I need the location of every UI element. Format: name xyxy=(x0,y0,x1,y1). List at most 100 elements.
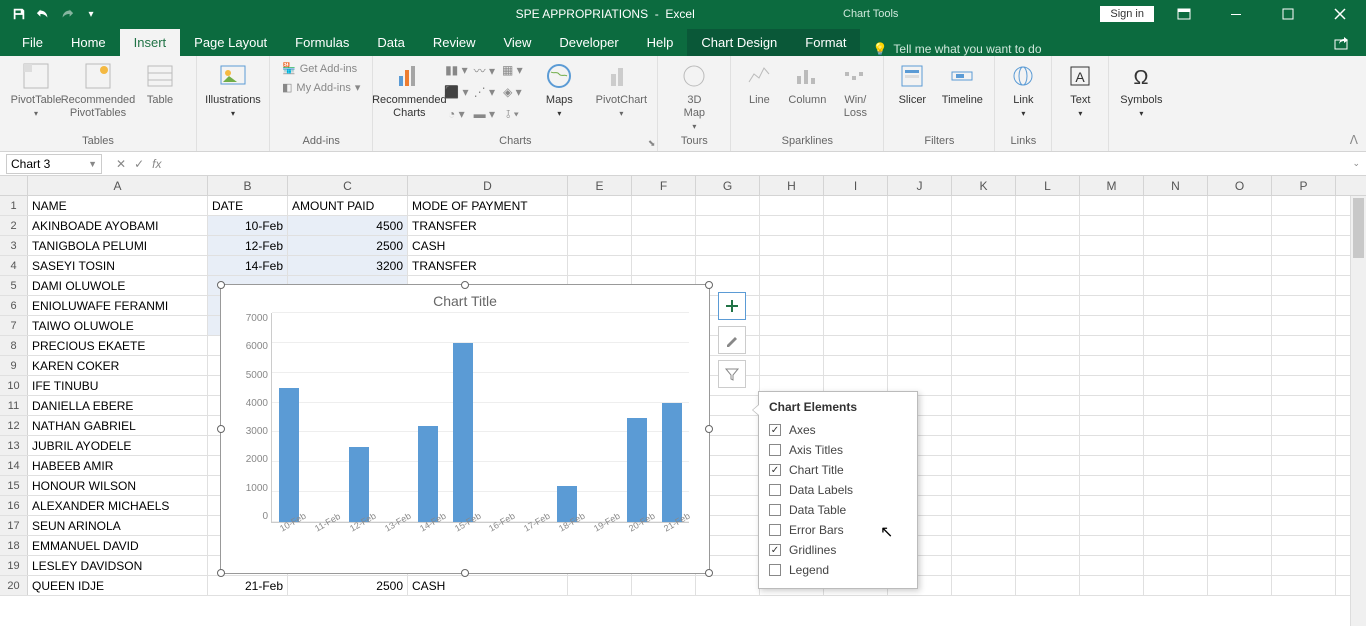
cell[interactable] xyxy=(952,356,1016,375)
cell[interactable] xyxy=(1208,536,1272,555)
cell[interactable] xyxy=(1080,476,1144,495)
cell[interactable] xyxy=(1080,556,1144,575)
cell[interactable] xyxy=(1272,356,1336,375)
cell[interactable] xyxy=(1272,496,1336,515)
cell[interactable] xyxy=(888,296,952,315)
cell[interactable]: KAREN COKER xyxy=(28,356,208,375)
waterfall-chart-icon[interactable]: ⬛ ▾ xyxy=(443,82,469,102)
cell[interactable]: EMMANUEL DAVID xyxy=(28,536,208,555)
charts-launcher-icon[interactable]: ⬊ xyxy=(648,138,656,149)
cell[interactable] xyxy=(1208,216,1272,235)
3d-map-button[interactable]: 3D Map▾ xyxy=(666,60,722,132)
share-icon[interactable] xyxy=(1330,32,1354,56)
cell[interactable] xyxy=(1144,556,1208,575)
row-header[interactable]: 6 xyxy=(0,296,28,315)
cell[interactable] xyxy=(1272,556,1336,575)
cell[interactable] xyxy=(1016,236,1080,255)
chart-filters-button[interactable] xyxy=(718,360,746,388)
maximize-icon[interactable] xyxy=(1266,0,1310,28)
sparkline-line-button[interactable]: Line xyxy=(739,60,779,107)
cell[interactable] xyxy=(632,216,696,235)
cell[interactable] xyxy=(1016,416,1080,435)
cell[interactable] xyxy=(1016,496,1080,515)
cell[interactable] xyxy=(824,196,888,215)
tell-me-search[interactable]: 💡 Tell me what you want to do xyxy=(860,42,1053,56)
cell[interactable] xyxy=(952,196,1016,215)
cell[interactable] xyxy=(1016,376,1080,395)
enter-formula-icon[interactable]: ✓ xyxy=(134,157,144,171)
tab-view[interactable]: View xyxy=(489,29,545,56)
cell[interactable]: 12-Feb xyxy=(208,236,288,255)
column-header[interactable]: B xyxy=(208,176,288,195)
cell[interactable] xyxy=(1016,556,1080,575)
fx-icon[interactable]: fx xyxy=(152,157,161,171)
column-header[interactable]: P xyxy=(1272,176,1336,195)
tab-home[interactable]: Home xyxy=(57,29,120,56)
row-header[interactable]: 20 xyxy=(0,576,28,595)
cell[interactable] xyxy=(1080,236,1144,255)
cell[interactable] xyxy=(632,196,696,215)
cell[interactable] xyxy=(1208,436,1272,455)
cell[interactable] xyxy=(824,236,888,255)
cell[interactable] xyxy=(1208,296,1272,315)
tab-data[interactable]: Data xyxy=(363,29,418,56)
column-header[interactable]: L xyxy=(1016,176,1080,195)
cell[interactable] xyxy=(952,256,1016,275)
select-all-corner[interactable] xyxy=(0,176,28,195)
cell[interactable] xyxy=(1144,236,1208,255)
cell[interactable]: JUBRIL AYODELE xyxy=(28,436,208,455)
cell[interactable] xyxy=(696,256,760,275)
cancel-formula-icon[interactable]: ✕ xyxy=(116,157,126,171)
cell[interactable] xyxy=(1144,336,1208,355)
chart-element-option[interactable]: Axis Titles xyxy=(769,440,907,460)
cell[interactable] xyxy=(1272,256,1336,275)
tab-page-layout[interactable]: Page Layout xyxy=(180,29,281,56)
chart-element-option[interactable]: Data Labels xyxy=(769,480,907,500)
bar[interactable] xyxy=(279,388,299,522)
cell[interactable] xyxy=(888,316,952,335)
cell[interactable] xyxy=(1080,196,1144,215)
cell[interactable] xyxy=(1272,396,1336,415)
row-header[interactable]: 3 xyxy=(0,236,28,255)
cell[interactable] xyxy=(1208,276,1272,295)
cell[interactable] xyxy=(1080,436,1144,455)
chart-element-option[interactable]: Error Bars xyxy=(769,520,907,540)
cell[interactable] xyxy=(1144,296,1208,315)
column-header[interactable]: E xyxy=(568,176,632,195)
cell[interactable] xyxy=(952,276,1016,295)
cell[interactable] xyxy=(888,276,952,295)
cell[interactable] xyxy=(1144,516,1208,535)
column-header[interactable]: J xyxy=(888,176,952,195)
tab-file[interactable]: File xyxy=(8,29,57,56)
cell[interactable] xyxy=(1272,196,1336,215)
cell[interactable] xyxy=(952,296,1016,315)
text-button[interactable]: AText▾ xyxy=(1060,60,1100,119)
cell[interactable] xyxy=(952,376,1016,395)
cell[interactable] xyxy=(952,436,1016,455)
cell[interactable]: 3200 xyxy=(288,256,408,275)
vertical-scrollbar[interactable] xyxy=(1350,196,1366,626)
cell[interactable] xyxy=(1144,216,1208,235)
tab-help[interactable]: Help xyxy=(633,29,688,56)
redo-icon[interactable] xyxy=(56,3,78,25)
column-header[interactable]: G xyxy=(696,176,760,195)
chart-title[interactable]: Chart Title xyxy=(221,285,709,313)
cell[interactable] xyxy=(1016,536,1080,555)
cell[interactable] xyxy=(1144,396,1208,415)
cell[interactable]: 14-Feb xyxy=(208,256,288,275)
pivottable-button[interactable]: PivotTable▾ xyxy=(8,60,64,119)
cell[interactable] xyxy=(1272,236,1336,255)
cell[interactable] xyxy=(1208,516,1272,535)
column-header[interactable]: A xyxy=(28,176,208,195)
cell[interactable] xyxy=(1208,396,1272,415)
cell[interactable] xyxy=(1016,296,1080,315)
cell[interactable] xyxy=(1144,496,1208,515)
cell[interactable] xyxy=(1272,216,1336,235)
save-icon[interactable] xyxy=(8,3,30,25)
cell[interactable] xyxy=(1016,576,1080,595)
cell[interactable]: ALEXANDER MICHAELS xyxy=(28,496,208,515)
cell[interactable] xyxy=(760,316,824,335)
cell[interactable] xyxy=(696,236,760,255)
cell[interactable] xyxy=(952,236,1016,255)
cell[interactable] xyxy=(1272,536,1336,555)
